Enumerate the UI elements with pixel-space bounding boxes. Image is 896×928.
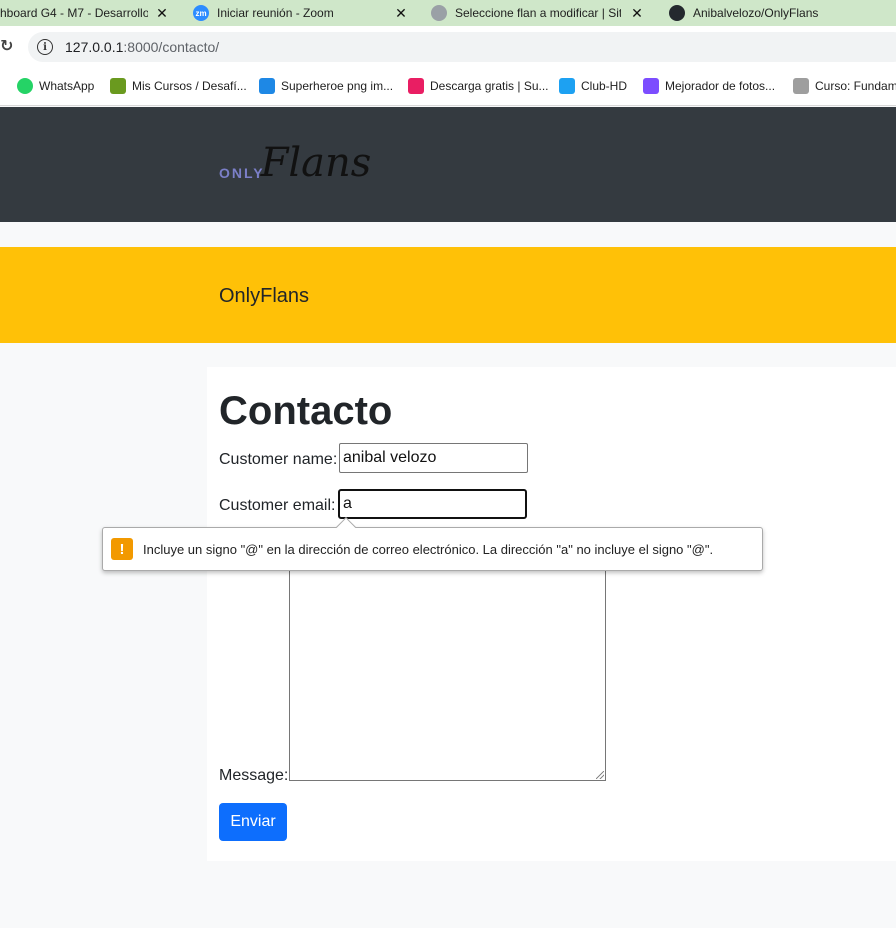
tab-strip: hboard G4 - M7 - Desarrollo ✕ zm Iniciar…	[0, 0, 896, 26]
email-label: Customer email:	[219, 497, 336, 514]
url-host: 127.0.0.1	[65, 39, 124, 55]
cursos-icon	[110, 78, 126, 94]
bookmark-label: WhatsApp	[39, 79, 95, 93]
tab-seleccione-flan[interactable]: Seleccione flan a modificar | Sitio ✕	[431, 0, 647, 26]
globe-icon	[431, 5, 447, 21]
customer-name-input[interactable]	[339, 443, 528, 473]
bookmark-label: Mejorador de fotos...	[665, 79, 776, 93]
bookmark-curso[interactable]: Curso: Fundame	[793, 78, 896, 94]
submit-button[interactable]: Enviar	[219, 803, 287, 841]
bookmark-label: Superheroe png im...	[281, 79, 394, 93]
bookmark-label: Mis Cursos / Desafí...	[132, 79, 247, 93]
logo-flans-text: Flans	[260, 140, 372, 186]
tab-github[interactable]: Anibalvelozo/OnlyFlans	[669, 0, 896, 26]
tab-zoom[interactable]: zm Iniciar reunión - Zoom ✕	[193, 0, 411, 26]
whatsapp-icon	[17, 78, 33, 94]
site-info-icon[interactable]: i	[37, 39, 53, 55]
tab-close-icon[interactable]: ✕	[391, 0, 411, 26]
bookmark-whatsapp[interactable]: WhatsApp	[17, 78, 94, 94]
descarga-icon	[408, 78, 424, 94]
site-logo[interactable]: ONLY Flans	[219, 143, 371, 183]
reload-icon[interactable]: ↻	[0, 36, 13, 56]
name-label: Customer name:	[219, 451, 338, 468]
bookmark-mis-cursos[interactable]: Mis Cursos / Desafí...	[110, 78, 247, 94]
bookmark-label: Descarga gratis | Su...	[430, 79, 549, 93]
mejorador-icon	[643, 78, 659, 94]
url-path: :8000/contacto/	[123, 39, 220, 55]
bookmark-descarga[interactable]: Descarga gratis | Su...	[408, 78, 549, 94]
superhero-icon	[259, 78, 275, 94]
tab-title: Seleccione flan a modificar | Sitio	[455, 6, 621, 20]
tab-dashboard[interactable]: hboard G4 - M7 - Desarrollo ✕	[0, 0, 172, 26]
tab-title: hboard G4 - M7 - Desarrollo	[0, 6, 148, 20]
banner-title: OnlyFlans	[219, 285, 310, 307]
resize-handle-icon[interactable]	[596, 771, 604, 779]
customer-email-input[interactable]	[338, 489, 527, 519]
zoom-icon: zm	[193, 5, 209, 21]
message-textarea[interactable]	[289, 559, 606, 781]
contact-form-card: Contacto Customer name: Customer email: …	[207, 367, 896, 861]
tab-close-icon[interactable]: ✕	[152, 0, 172, 26]
message-label: Message:	[219, 767, 289, 784]
tab-close-icon[interactable]: ✕	[627, 0, 647, 26]
validation-message: Incluye un signo "@" en la dirección de …	[143, 541, 714, 557]
logo-only-text: ONLY	[219, 165, 265, 181]
page-title: Contacto	[219, 389, 393, 433]
warning-icon: !	[111, 538, 133, 560]
tab-title: Iniciar reunión - Zoom	[217, 6, 334, 20]
bookmark-superheroe[interactable]: Superheroe png im...	[259, 78, 393, 94]
hero-banner: OnlyFlans	[0, 247, 896, 343]
tab-title: Anibalvelozo/OnlyFlans	[693, 6, 819, 20]
github-icon	[669, 5, 685, 21]
address-bar[interactable]: i 127.0.0.1:8000/contacto/	[28, 32, 896, 62]
browser-toolbar: ↻ i 127.0.0.1:8000/contacto/	[0, 26, 896, 68]
bookmarks-bar: WhatsApp Mis Cursos / Desafí... Superher…	[0, 68, 896, 106]
bookmark-mejorador[interactable]: Mejorador de fotos...	[643, 78, 775, 94]
site-navbar: ONLY Flans	[0, 107, 896, 222]
bookmark-label: Club-HD	[581, 79, 628, 93]
clubhd-icon	[559, 78, 575, 94]
bookmark-club-hd[interactable]: Club-HD	[559, 78, 627, 94]
validation-tooltip: ! Incluye un signo "@" en la dirección d…	[102, 517, 763, 571]
curso-icon	[793, 78, 809, 94]
bookmark-label: Curso: Fundame	[815, 79, 896, 93]
url-text[interactable]: 127.0.0.1:8000/contacto/	[65, 39, 219, 55]
